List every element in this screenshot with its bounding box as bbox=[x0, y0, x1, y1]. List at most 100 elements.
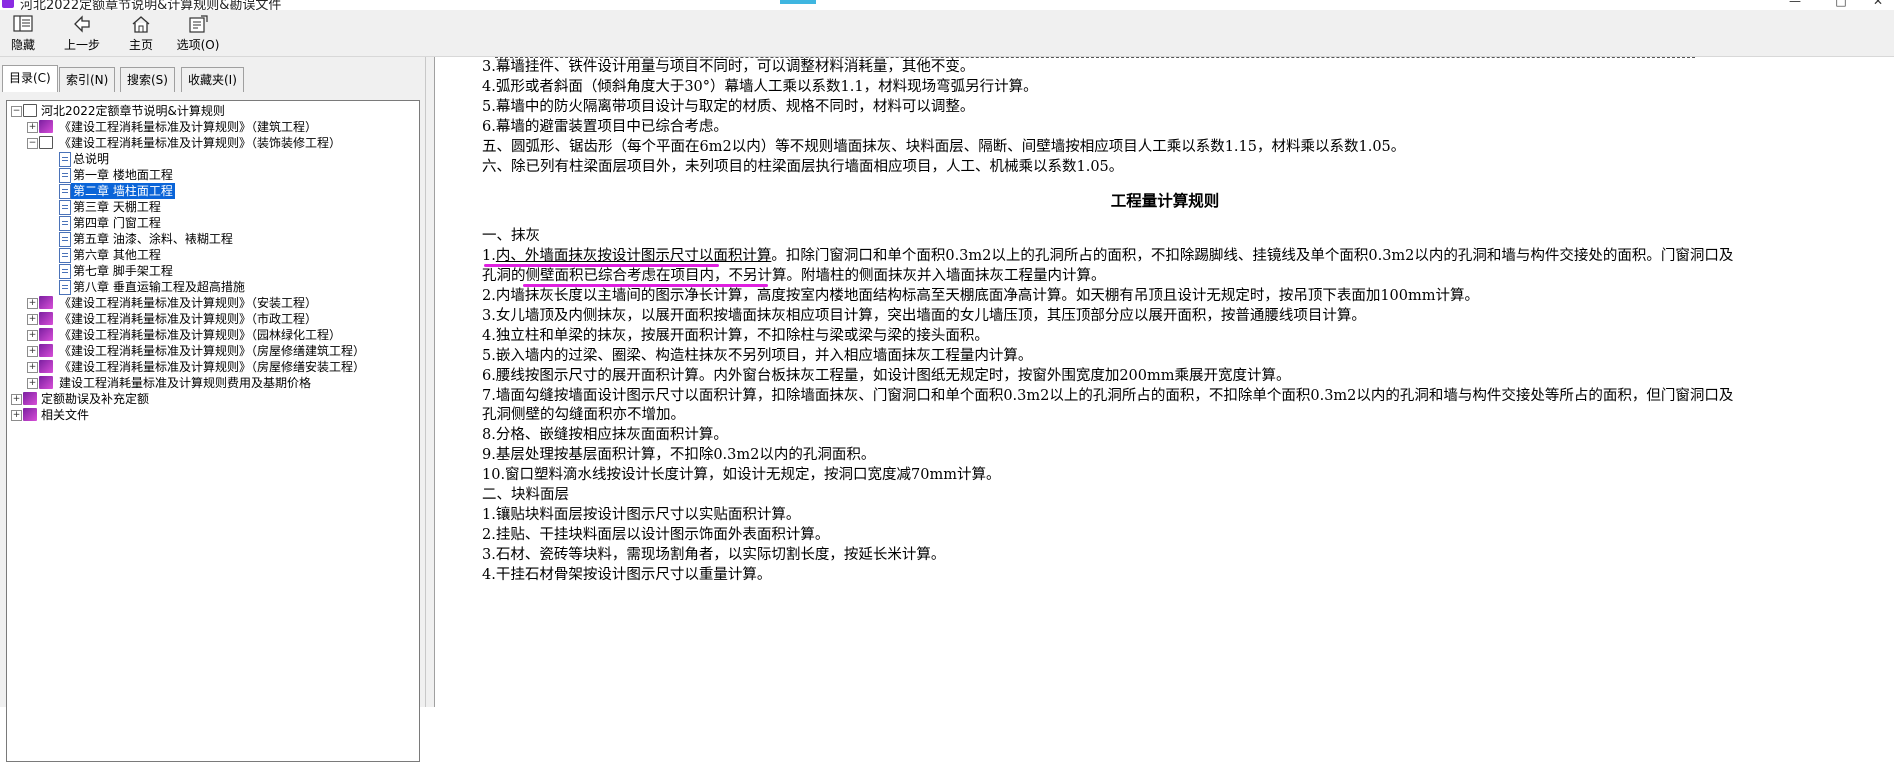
tree-item[interactable]: + 建设工程消耗量标准及计算规则费用及基期价格 bbox=[7, 375, 417, 391]
text-line: 六、除已列有柱梁面层项目外，未列项目的柱梁面层执行墙面相应项目，人工、机械乘以系… bbox=[482, 158, 1124, 175]
page-icon bbox=[59, 280, 71, 295]
tree-item[interactable]: + 相关文件 bbox=[7, 407, 417, 423]
tree-item-label: 相关文件 bbox=[41, 408, 90, 422]
expand-icon[interactable]: + bbox=[27, 298, 38, 309]
text-line: 7.墙面勾缝按墙面设计图示尺寸以面积计算，扣除墙面抹灰、门窗洞口和单个面积0.3… bbox=[482, 387, 1734, 404]
tree-item[interactable]: + 《建设工程消耗量标准及计算规则》（市政工程） bbox=[7, 311, 417, 327]
tree-item-label: 第二章 墙柱面工程 bbox=[71, 183, 175, 199]
navigation-pane: 目录(C) 索引(N) 搜索(S) 收藏夹(I) − 河北2022定额章节说明&计… bbox=[0, 57, 426, 762]
tree-item[interactable]: 第五章 油漆、涂料、裱糊工程 bbox=[7, 231, 417, 247]
text-line: 孔洞侧壁的勾缝面积亦不增加。 bbox=[482, 407, 685, 424]
text-line: 1.镶贴块料面层按设计图示尺寸以实贴面积计算。 bbox=[482, 506, 801, 523]
section-title: 一、抹灰 bbox=[482, 228, 540, 244]
page-icon bbox=[59, 216, 71, 231]
expand-icon[interactable]: + bbox=[27, 378, 38, 389]
hide-button[interactable]: 隐藏 bbox=[8, 14, 38, 54]
tab-index[interactable]: 索引(N) bbox=[59, 67, 116, 92]
options-button[interactable]: 选项(O) bbox=[176, 14, 220, 54]
tree-item[interactable]: + 《建设工程消耗量标准及计算规则》（建筑工程） bbox=[7, 119, 417, 135]
text-line: 3.幕墙挂件、铁件设计用量与项目不同时，可以调整材料消耗量，其他不变。 bbox=[482, 59, 975, 75]
tree-item[interactable]: 第一章 楼地面工程 bbox=[7, 167, 417, 183]
tree-item[interactable]: − 《建设工程消耗量标准及计算规则》（装饰装修工程） bbox=[7, 135, 417, 151]
section-heading: 工程量计算规则 bbox=[1110, 192, 1220, 210]
options-icon bbox=[189, 15, 208, 33]
book-icon bbox=[39, 328, 53, 341]
text-line: 9.基层处理按基层面积计算，不扣除0.3m2以内的孔洞面积。 bbox=[482, 447, 876, 464]
tree-item[interactable]: 第二章 墙柱面工程 bbox=[7, 183, 417, 199]
page-icon bbox=[59, 248, 71, 263]
contents-tree[interactable]: − 河北2022定额章节说明&计算规则 + 《建设工程消耗量标准及计算规则》（建筑工程… bbox=[6, 100, 420, 762]
book-icon bbox=[39, 360, 53, 373]
home-button[interactable]: 主页 bbox=[126, 14, 156, 54]
tree-item-label: 定额勘误及补充定额 bbox=[41, 392, 150, 406]
tree-item[interactable]: 第三章 天棚工程 bbox=[7, 199, 417, 215]
tree-item[interactable]: + 《建设工程消耗量标准及计算规则》（园林绿化工程） bbox=[7, 327, 417, 343]
text-line: 4.独立柱和单梁的抹灰，按展开面积计算，不扣除柱与梁或梁与梁的接头面积。 bbox=[482, 327, 989, 344]
page-icon bbox=[59, 232, 71, 247]
pane-splitter[interactable] bbox=[426, 57, 434, 707]
book-icon bbox=[39, 296, 53, 309]
tree-item-label: 第七章 脚手架工程 bbox=[73, 264, 173, 278]
underlined-text: 内、外墙面抹灰按设计图示尺寸以面积计算 bbox=[495, 248, 772, 264]
tab-contents[interactable]: 目录(C) bbox=[2, 65, 58, 92]
expand-icon[interactable]: + bbox=[27, 314, 38, 325]
text-line: 孔洞的侧壁面积已综合考虑在项目内，不另计算。附墙柱的侧面抹灰并入墙面抹灰工程量内… bbox=[482, 266, 1106, 286]
text-line: 4.干挂石材骨架按设计图示尺寸以重量计算。 bbox=[482, 566, 772, 583]
open-book-icon bbox=[39, 136, 53, 149]
hide-icon bbox=[13, 15, 33, 32]
pen-underline-mark bbox=[484, 264, 719, 267]
page-icon bbox=[59, 200, 71, 215]
minimize-button[interactable]: — bbox=[1772, 0, 1818, 10]
tree-item[interactable]: 第七章 脚手架工程 bbox=[7, 263, 417, 279]
tree-item-label: 第一章 楼地面工程 bbox=[73, 168, 173, 182]
tree-item-label: 第四章 门窗工程 bbox=[73, 216, 161, 230]
title-bar: 河北2022定额章节说明&计算规则&勘误文件 — □ ✕ bbox=[0, 0, 1894, 10]
tree-item[interactable]: 第八章 垂直运输工程及超高措施 bbox=[7, 279, 417, 295]
text-line: 3.石材、瓷砖等块料，需现场割角者，以实际切割长度，按延长米计算。 bbox=[482, 546, 946, 563]
tree-item[interactable]: + 《建设工程消耗量标准及计算规则》（房屋修缮建筑工程） bbox=[7, 343, 417, 359]
tree-item[interactable]: + 定额勘误及补充定额 bbox=[7, 391, 417, 407]
expand-icon[interactable]: + bbox=[27, 122, 38, 133]
tree-item[interactable]: 第六章 其他工程 bbox=[7, 247, 417, 263]
text-line: 2.挂贴、干挂块料面层以设计图示饰面外表面积计算。 bbox=[482, 526, 830, 543]
collapse-icon[interactable]: − bbox=[11, 106, 22, 117]
tree-item[interactable]: − 河北2022定额章节说明&计算规则 bbox=[7, 103, 417, 119]
tree-item-label: 《建设工程消耗量标准及计算规则》（市政工程） bbox=[59, 312, 318, 326]
close-button[interactable]: ✕ bbox=[1862, 0, 1894, 10]
text-line: 1.内、外墙面抹灰按设计图示尺寸以面积计算。扣除门窗洞口和单个面积0.3m2以上… bbox=[482, 246, 1733, 266]
tree-item-label: 第六章 其他工程 bbox=[73, 248, 161, 262]
tree-item[interactable]: + 《建设工程消耗量标准及计算规则》（安装工程） bbox=[7, 295, 417, 311]
expand-icon[interactable]: + bbox=[27, 362, 38, 373]
tab-search[interactable]: 搜索(S) bbox=[120, 67, 175, 92]
home-icon bbox=[132, 16, 150, 33]
text-line: 5.嵌入墙内的过梁、圈梁、构造柱抹灰不另列项目，并入相应墙面抹灰工程量内计算。 bbox=[482, 347, 1033, 364]
item-number: 1. bbox=[482, 248, 496, 264]
tree-item-label: 《建设工程消耗量标准及计算规则》（房屋修缮建筑工程） bbox=[59, 344, 366, 358]
text-line: 5.幕墙中的防火隔离带项目设计与取定的材质、规格不同时，材料可以调整。 bbox=[482, 98, 975, 115]
toolbar: 隐藏 上一步 主页 选项(O) bbox=[0, 10, 1894, 57]
text-line: 6.腰线按图示尺寸的展开面积计算。内外窗台板抹灰工程量，如设计图纸无规定时，按窗… bbox=[482, 367, 1291, 384]
collapse-icon[interactable]: − bbox=[27, 138, 38, 149]
expand-icon[interactable]: + bbox=[11, 410, 22, 421]
text-line: 10.窗口塑料滴水线按设计长度计算，如设计无规定，按洞口宽度减70mm计算。 bbox=[482, 467, 1001, 484]
tree-item-label: 河北2022定额章节说明&计算规则 bbox=[41, 104, 225, 118]
back-button[interactable]: 上一步 bbox=[60, 14, 104, 54]
tree-item[interactable]: 总说明 bbox=[7, 151, 417, 167]
maximize-button[interactable]: □ bbox=[1818, 0, 1864, 10]
text-line: 二、块料面层 bbox=[482, 487, 569, 503]
highlighted-text: 侧壁面积已综合考虑在项目内，不另计算 bbox=[525, 268, 787, 284]
tree-item-label: 《建设工程消耗量标准及计算规则》（房屋修缮安装工程） bbox=[59, 360, 366, 374]
tab-favorites[interactable]: 收藏夹(I) bbox=[181, 67, 244, 92]
text-line: 五、圆弧形、锯齿形（每个平面在6m2以内）等不规则墙面抹灰、块料面层、隔断、间壁… bbox=[482, 138, 1406, 155]
expand-icon[interactable]: + bbox=[27, 330, 38, 341]
home-label: 主页 bbox=[128, 38, 153, 52]
tree-item[interactable]: + 《建设工程消耗量标准及计算规则》（房屋修缮安装工程） bbox=[7, 359, 417, 375]
expand-icon[interactable]: + bbox=[11, 394, 22, 405]
page-icon bbox=[59, 168, 71, 183]
back-arrow-icon bbox=[74, 15, 90, 33]
book-icon bbox=[39, 376, 53, 389]
expand-icon[interactable]: + bbox=[27, 346, 38, 357]
tree-item[interactable]: 第四章 门窗工程 bbox=[7, 215, 417, 231]
app-icon bbox=[2, 0, 14, 8]
tree-item-label: 《建设工程消耗量标准及计算规则》（装饰装修工程） bbox=[59, 136, 342, 150]
